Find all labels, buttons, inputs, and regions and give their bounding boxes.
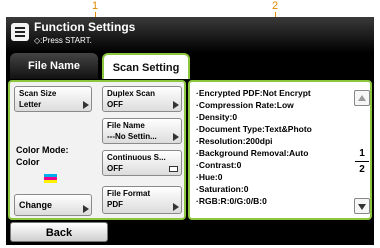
scan-size-value: Letter <box>19 100 42 109</box>
start-hint: ◇:Press START. <box>34 36 92 45</box>
triangle-down-icon <box>358 204 366 210</box>
page-title: Function Settings <box>34 20 136 34</box>
color-mode-value: Color <box>16 157 40 167</box>
list-item: ·Contrast:0 <box>196 160 242 170</box>
file-format-button[interactable]: File Format PDF <box>102 186 182 214</box>
scroll-up-button[interactable] <box>354 90 370 106</box>
list-item: ·Density:0 <box>196 112 238 122</box>
page-total: 2 <box>359 164 365 175</box>
page-current: 1 <box>359 148 365 159</box>
list-item: ·Hue:0 <box>196 172 223 182</box>
change-button[interactable]: Change <box>14 194 92 216</box>
page-indicator: 1 2 <box>354 148 370 175</box>
tab-scan-setting[interactable]: Scan Setting <box>102 53 190 79</box>
scroll-down-button[interactable] <box>354 198 370 214</box>
arrow-right-icon <box>173 133 179 141</box>
scan-size-label: Scan Size <box>19 89 57 98</box>
color-cmy-icon <box>44 174 57 183</box>
file-format-value: PDF <box>107 200 123 209</box>
list-item: ·RGB:R:0/G:0/B:0 <box>196 196 267 206</box>
header-bar: Function Settings ◇:Press START. <box>6 17 374 53</box>
triangle-up-icon <box>358 95 366 101</box>
file-name-value: ---No Settin... <box>107 132 157 141</box>
settings-summary-panel: ·Encrypted PDF:Not Encrypt ·Compression … <box>188 80 372 220</box>
page-divider <box>355 161 369 162</box>
back-button[interactable]: Back <box>10 222 108 242</box>
color-mode-display: Color Mode: Color <box>16 144 69 168</box>
list-item: ·Saturation:0 <box>196 184 249 194</box>
file-format-label: File Format <box>107 189 151 198</box>
list-item: ·Document Type:Text&Photo <box>196 124 312 134</box>
file-name-button[interactable]: File Name ---No Settin... <box>102 118 182 144</box>
list-item: ·Background Removal:Auto <box>196 148 309 158</box>
continuous-scan-label: Continuous S... <box>107 153 166 162</box>
list-item: ·Resolution:200dpi <box>196 136 273 146</box>
file-name-label: File Name <box>107 121 145 130</box>
arrow-right-icon <box>173 203 179 211</box>
list-item: ·Encrypted PDF:Not Encrypt <box>196 88 311 98</box>
change-label: Change <box>19 200 53 210</box>
color-mode-label: Color Mode: <box>16 145 69 155</box>
duplex-scan-label: Duplex Scan <box>107 89 156 98</box>
settings-list: ·Encrypted PDF:Not Encrypt ·Compression … <box>196 87 312 207</box>
callout-1: 1 <box>92 0 99 12</box>
menu-icon <box>11 23 29 41</box>
panel-screen: Function Settings ◇:Press START. File Na… <box>6 17 374 245</box>
toggle-box-icon <box>169 166 178 172</box>
list-item: ·Compression Rate:Low <box>196 100 294 110</box>
continuous-scan-button[interactable]: Continuous S... OFF <box>102 150 182 176</box>
callout-2: 2 <box>272 0 279 12</box>
arrow-right-icon <box>173 101 179 109</box>
scan-size-button[interactable]: Scan Size Letter <box>14 86 92 112</box>
arrow-right-icon <box>83 205 89 213</box>
duplex-scan-value: OFF <box>107 100 123 109</box>
duplex-scan-button[interactable]: Duplex Scan OFF <box>102 86 182 112</box>
scan-options-panel: Scan Size Letter Color Mode: Color Chang… <box>8 80 186 220</box>
arrow-right-icon <box>83 101 89 109</box>
continuous-scan-value: OFF <box>107 164 123 173</box>
tab-file-name[interactable]: File Name <box>10 53 98 79</box>
